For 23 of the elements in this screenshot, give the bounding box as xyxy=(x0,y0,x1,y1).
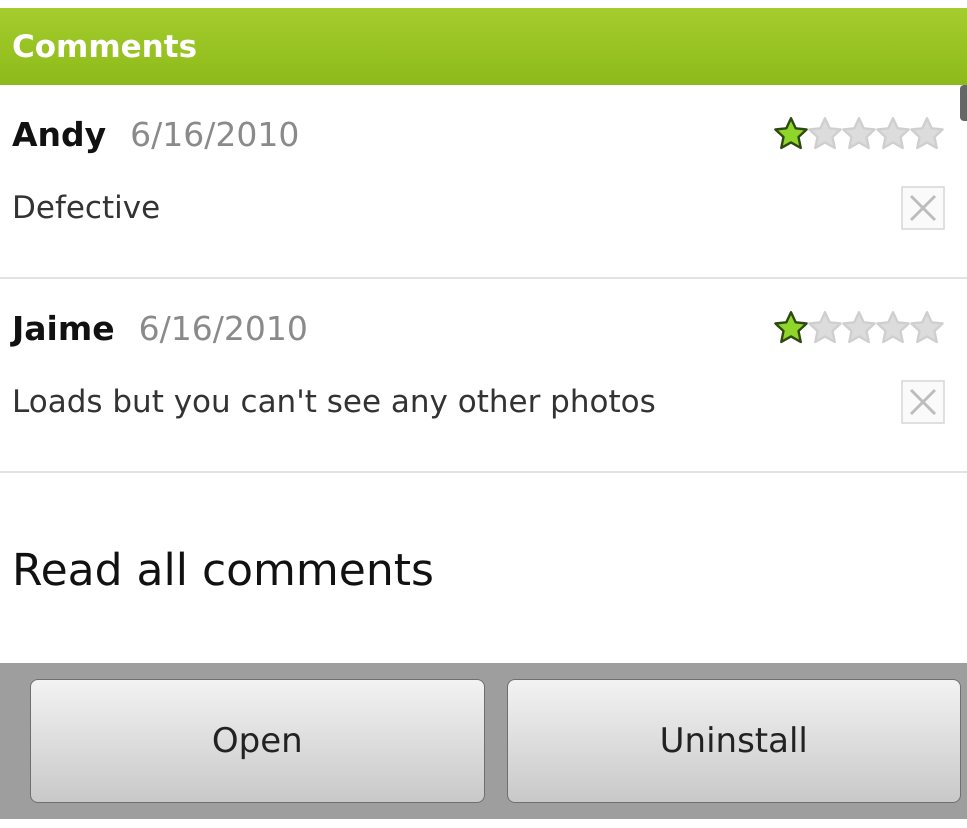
action-button[interactable]: Open xyxy=(30,679,484,803)
star-icon xyxy=(807,116,843,152)
star-icon xyxy=(875,116,911,152)
star-icon xyxy=(841,310,877,346)
star-icon xyxy=(909,310,945,346)
comment-author: Jaime xyxy=(12,308,115,348)
star-icon xyxy=(773,310,809,346)
star-icon xyxy=(875,310,911,346)
comment-date: 6/16/2010 xyxy=(130,114,300,154)
star-icon xyxy=(909,116,945,152)
flag-close-icon[interactable] xyxy=(901,186,945,230)
read-all-link[interactable]: Read all comments xyxy=(0,473,967,663)
comment-author: Andy xyxy=(12,114,106,154)
star-icon xyxy=(773,116,809,152)
section-title: Comments xyxy=(12,28,198,64)
star-icon xyxy=(841,116,877,152)
comment-text: Defective xyxy=(12,190,160,226)
star-icon xyxy=(807,310,843,346)
flag-close-icon[interactable] xyxy=(901,380,945,424)
comment-text: Loads but you can't see any other photos xyxy=(12,384,656,420)
scrollbar[interactable] xyxy=(960,85,967,121)
action-button[interactable]: Uninstall xyxy=(506,679,961,803)
comment-date: 6/16/2010 xyxy=(138,308,308,348)
